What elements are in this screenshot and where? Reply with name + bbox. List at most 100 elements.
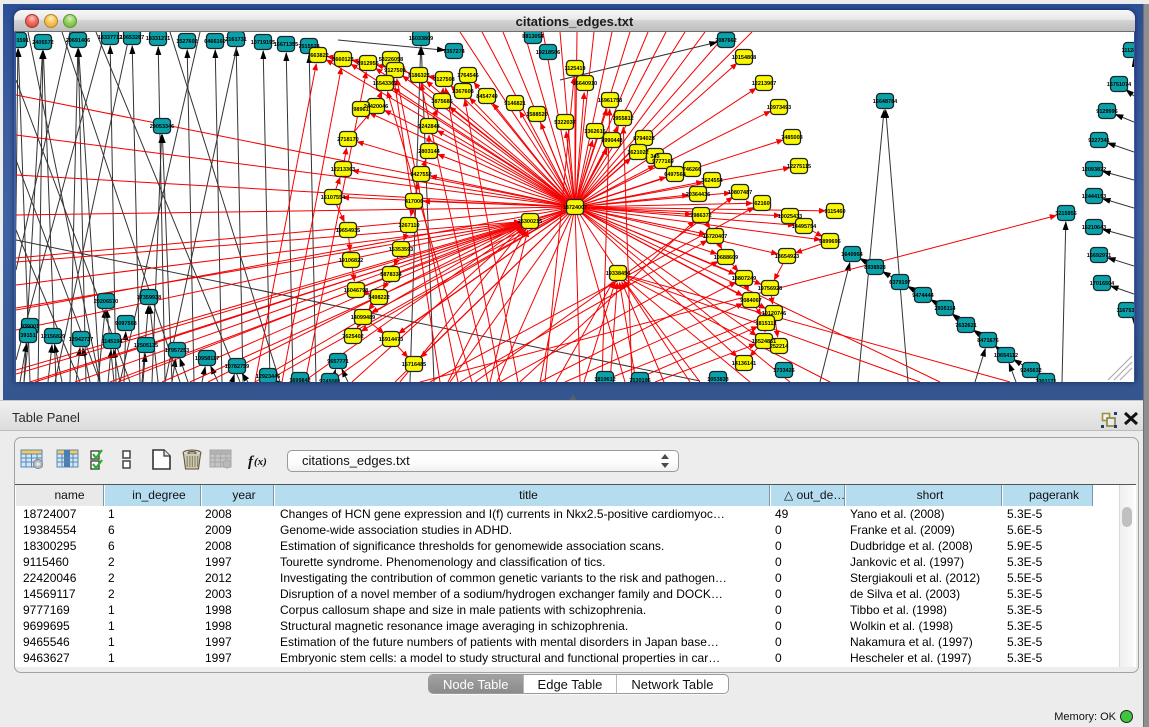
- svg-text:2405572: 2405572: [32, 40, 53, 46]
- svg-text:39151: 39151: [20, 333, 35, 339]
- svg-text:12213967: 12213967: [752, 81, 776, 87]
- svg-text:20691406: 20691406: [66, 38, 90, 44]
- svg-text:8990448: 8990448: [601, 138, 622, 144]
- svg-text:9127509: 9127509: [384, 68, 405, 74]
- svg-text:16046798: 16046798: [344, 288, 368, 294]
- svg-text:1901591: 1901591: [16, 38, 29, 44]
- svg-text:18331271: 18331271: [146, 36, 170, 42]
- svg-text:19338454: 19338454: [606, 271, 631, 277]
- svg-text:9777169: 9777169: [652, 159, 673, 165]
- svg-text:1527602: 1527602: [176, 39, 197, 45]
- svg-text:1145194: 1145194: [101, 339, 123, 345]
- svg-text:17016504: 17016504: [1090, 281, 1115, 287]
- svg-text:5498222: 5498222: [368, 295, 389, 301]
- svg-text:2087662: 2087662: [715, 38, 736, 44]
- svg-text:939001: 939001: [21, 324, 39, 330]
- svg-text:16033809: 16033809: [409, 36, 433, 42]
- svg-text:14136141: 14136141: [732, 361, 756, 367]
- svg-text:9097568: 9097568: [115, 321, 136, 327]
- svg-text:1588520: 1588520: [526, 112, 547, 118]
- svg-text:1815112: 1815112: [755, 321, 776, 327]
- svg-text:7625402: 7625402: [342, 334, 363, 340]
- svg-text:15751074: 15751074: [1107, 82, 1132, 88]
- svg-text:10025433: 10025433: [778, 214, 802, 220]
- svg-text:1733426: 1733426: [773, 368, 794, 374]
- svg-text:1112833: 1112833: [1122, 48, 1134, 54]
- svg-text:3267110: 3267110: [398, 223, 419, 229]
- svg-text:12275115: 12275115: [787, 164, 811, 170]
- svg-text:15720407: 15720407: [703, 234, 727, 240]
- svg-text:29053346: 29053346: [150, 124, 174, 130]
- svg-text:8813054: 8813054: [522, 34, 544, 40]
- svg-text:8454749: 8454749: [476, 94, 497, 100]
- svg-text:7632621: 7632621: [955, 323, 976, 329]
- svg-text:9474444: 9474444: [912, 293, 934, 299]
- svg-text:18337712: 18337712: [98, 35, 122, 41]
- svg-text:9242848: 9242848: [418, 124, 439, 130]
- svg-text:8186323: 8186323: [408, 73, 429, 79]
- svg-text:1764546: 1764546: [457, 73, 478, 79]
- svg-text:15692971: 15692971: [1087, 253, 1111, 259]
- svg-text:1621022: 1621022: [627, 150, 648, 156]
- svg-text:8912955: 8912955: [357, 61, 378, 67]
- svg-text:7485003: 7485003: [781, 135, 802, 141]
- svg-text:9115460: 9115460: [824, 209, 845, 215]
- svg-text:10973493: 10973493: [767, 105, 791, 111]
- svg-text:1053833: 1053833: [707, 377, 728, 382]
- svg-text:12156829: 12156829: [41, 334, 65, 340]
- svg-text:14099489: 14099489: [351, 315, 375, 321]
- svg-text:10653287: 10653287: [120, 35, 144, 41]
- svg-text:12444153: 12444153: [1082, 194, 1106, 200]
- svg-text:7530195: 7530195: [629, 378, 650, 382]
- svg-text:19654935: 19654935: [336, 228, 360, 234]
- svg-text:16671355: 16671355: [274, 42, 298, 48]
- svg-text:16543362: 16543362: [373, 81, 397, 87]
- svg-text:252214: 252214: [770, 344, 789, 350]
- svg-text:10719195: 10719195: [251, 40, 275, 46]
- svg-text:1167533: 1167533: [1116, 308, 1134, 314]
- svg-text:2935114: 2935114: [934, 306, 956, 312]
- svg-text:17957253: 17957253: [165, 348, 189, 354]
- svg-text:417006: 417006: [405, 199, 423, 205]
- svg-text:3624554: 3624554: [701, 178, 723, 184]
- svg-text:9245081: 9245081: [319, 379, 340, 382]
- svg-text:19756928: 19756928: [758, 286, 782, 292]
- svg-text:19106822: 19106822: [339, 258, 363, 264]
- svg-text:18807249: 18807249: [732, 276, 756, 282]
- svg-text:7663822: 7663822: [307, 53, 328, 59]
- svg-text:5878334: 5878334: [380, 272, 402, 278]
- svg-text:9657771: 9657771: [327, 359, 348, 365]
- svg-text:1810612: 1810612: [594, 377, 615, 382]
- svg-text:1699842: 1699842: [289, 378, 310, 382]
- svg-text:9127508: 9127508: [433, 77, 454, 83]
- svg-text:15353593: 15353593: [389, 247, 413, 253]
- svg-text:10154808: 10154808: [732, 55, 756, 61]
- svg-text:10654112: 10654112: [994, 353, 1018, 359]
- svg-text:2718170: 2718170: [337, 137, 358, 143]
- svg-text:10958117: 10958117: [195, 356, 219, 362]
- svg-text:16914473: 16914473: [379, 337, 403, 343]
- svg-text:6899695: 6899695: [819, 239, 840, 245]
- svg-text:6794028: 6794028: [633, 136, 654, 142]
- svg-text:7515524: 7515524: [298, 44, 320, 50]
- svg-text:17359938: 17359938: [137, 295, 161, 301]
- svg-text:7955812: 7955812: [612, 116, 633, 122]
- svg-text:1125419: 1125419: [564, 66, 585, 72]
- svg-text:8660123: 8660123: [332, 57, 353, 63]
- svg-text:12505135: 12505135: [134, 343, 158, 349]
- svg-text:(x): (x): [254, 456, 267, 468]
- svg-text:16107554: 16107554: [321, 195, 346, 201]
- svg-text:98961: 98961: [353, 107, 368, 113]
- svg-text:7986372: 7986372: [690, 213, 711, 219]
- svg-text:1362615: 1362615: [584, 129, 605, 135]
- svg-text:20206570: 20206570: [94, 299, 118, 305]
- svg-text:12213363: 12213363: [331, 167, 355, 173]
- svg-text:9084067: 9084067: [740, 298, 761, 304]
- svg-text:53226058: 53226058: [379, 57, 403, 63]
- svg-text:12923446: 12923446: [256, 374, 280, 380]
- svg-text:8471676: 8471676: [977, 338, 998, 344]
- svg-text:6497568: 6497568: [664, 172, 685, 178]
- svg-text:18724007: 18724007: [563, 205, 587, 211]
- svg-text:8938928: 8938928: [864, 265, 885, 271]
- svg-text:10120746: 10120746: [762, 311, 786, 317]
